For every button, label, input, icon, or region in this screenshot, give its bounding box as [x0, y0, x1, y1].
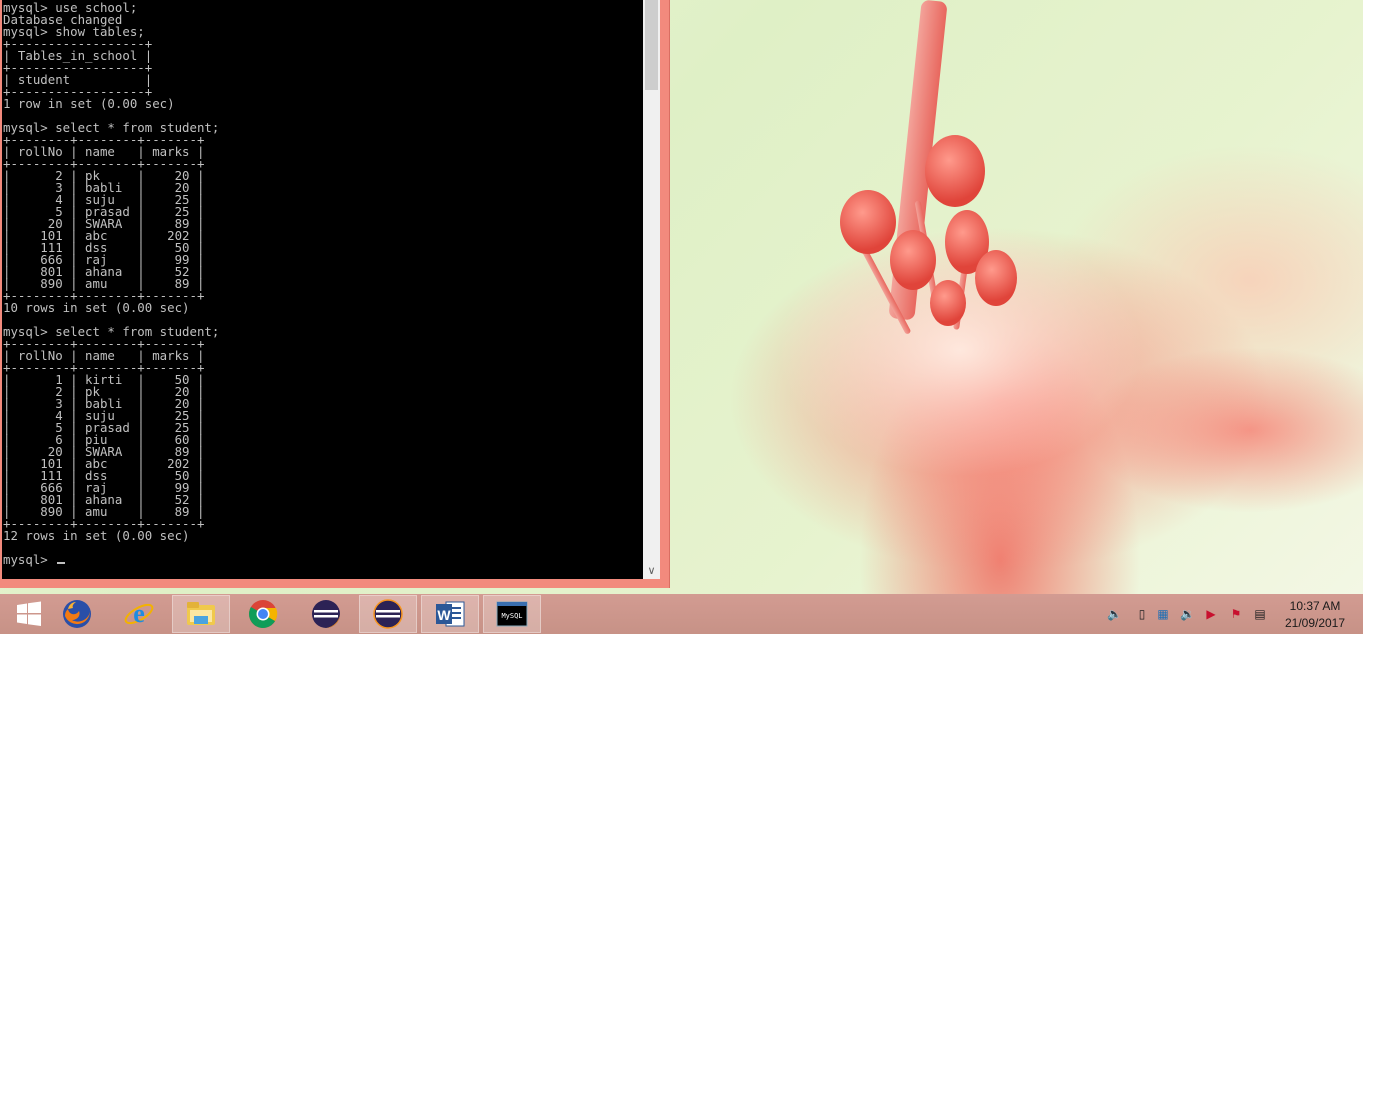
- network-icon[interactable]: ▦: [1156, 607, 1170, 621]
- windows-logo-icon: [17, 601, 41, 626]
- eclipse-icon: [373, 599, 403, 629]
- signal-icon[interactable]: ▤: [1253, 607, 1267, 621]
- taskbar-internet-explorer[interactable]: e: [110, 595, 168, 633]
- word-icon: W: [436, 601, 465, 627]
- taskbar: e W MySQL 🔈 ▯ ▦ 🔉 ▶ ⚑ ▤ 10:37 AM 21/09/2…: [0, 594, 1363, 634]
- system-clock[interactable]: 10:37 AM 21/09/2017: [1278, 598, 1352, 632]
- clock-time: 10:37 AM: [1289, 599, 1341, 613]
- console-cursor: [57, 562, 66, 564]
- console-line: 10 rows in set (0.00 sec): [3, 300, 190, 315]
- mysql-console-icon: MySQL: [496, 601, 528, 627]
- taskbar-mysql-console[interactable]: MySQL: [483, 595, 541, 633]
- flower-stamen: [840, 190, 896, 254]
- mysql-icon-text: MySQL: [501, 612, 522, 620]
- adobe-icon[interactable]: ▶: [1204, 607, 1218, 621]
- word-icon-letter: W: [437, 607, 451, 623]
- flower-stamen: [890, 230, 936, 290]
- flag-icon[interactable]: ⚑: [1229, 607, 1243, 621]
- svg-text:e: e: [133, 599, 145, 628]
- internet-explorer-icon: e: [124, 599, 154, 628]
- eclipse-icon: [312, 600, 340, 628]
- speaker-icon[interactable]: 🔈: [1107, 607, 1122, 621]
- battery-icon[interactable]: ▯: [1135, 607, 1149, 621]
- taskbar-chrome[interactable]: [234, 595, 292, 633]
- taskbar-word[interactable]: W: [421, 595, 479, 633]
- mysql-console-window[interactable]: mysql> use school; Database changed mysq…: [0, 0, 670, 588]
- chrome-icon: [249, 600, 278, 628]
- scrollbar-thumb[interactable]: [645, 0, 658, 90]
- folder-icon: [187, 602, 215, 625]
- flower-stamen: [925, 135, 985, 207]
- firefox-icon: [63, 600, 91, 628]
- console-text: mysql> use school; Database changed mysq…: [2, 0, 643, 566]
- flower-stamen: [930, 280, 966, 326]
- console-line: mysql>: [3, 552, 56, 567]
- volume-icon[interactable]: 🔉: [1180, 607, 1195, 621]
- taskbar-firefox[interactable]: [48, 595, 106, 633]
- flower-stamen: [975, 250, 1017, 306]
- taskbar-eclipse[interactable]: [297, 595, 355, 633]
- taskbar-eclipse-2[interactable]: [359, 595, 417, 633]
- console-line: 12 rows in set (0.00 sec): [3, 528, 190, 543]
- vertical-scrollbar[interactable]: ∨: [643, 0, 660, 579]
- taskbar-file-explorer[interactable]: [172, 595, 230, 633]
- scroll-down-arrow-icon[interactable]: ∨: [643, 562, 660, 579]
- console-output[interactable]: mysql> use school; Database changed mysq…: [2, 0, 643, 579]
- clock-date: 21/09/2017: [1284, 616, 1346, 630]
- console-line: 1 row in set (0.00 sec): [3, 96, 175, 111]
